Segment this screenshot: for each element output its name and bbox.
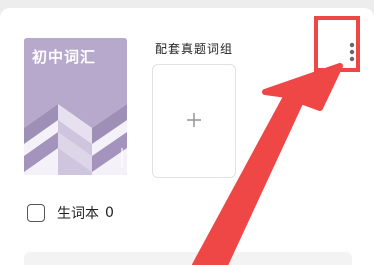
book-title: 初中词汇 — [32, 48, 97, 66]
vocab-book-label: 生词本 — [57, 206, 99, 222]
next-card-edge — [24, 252, 352, 265]
vocab-book-checkbox[interactable] — [27, 204, 45, 222]
practice-set-label: 配套真题词组 — [155, 42, 234, 56]
highlight-box — [314, 16, 360, 72]
book-cover[interactable]: 初中词汇 — [24, 38, 127, 175]
vocab-book-count: 0 — [105, 205, 114, 221]
add-practice-set-button[interactable] — [152, 64, 236, 178]
plus-icon — [187, 113, 201, 127]
vocab-book-toggle[interactable]: 生词本 0 — [27, 203, 114, 223]
